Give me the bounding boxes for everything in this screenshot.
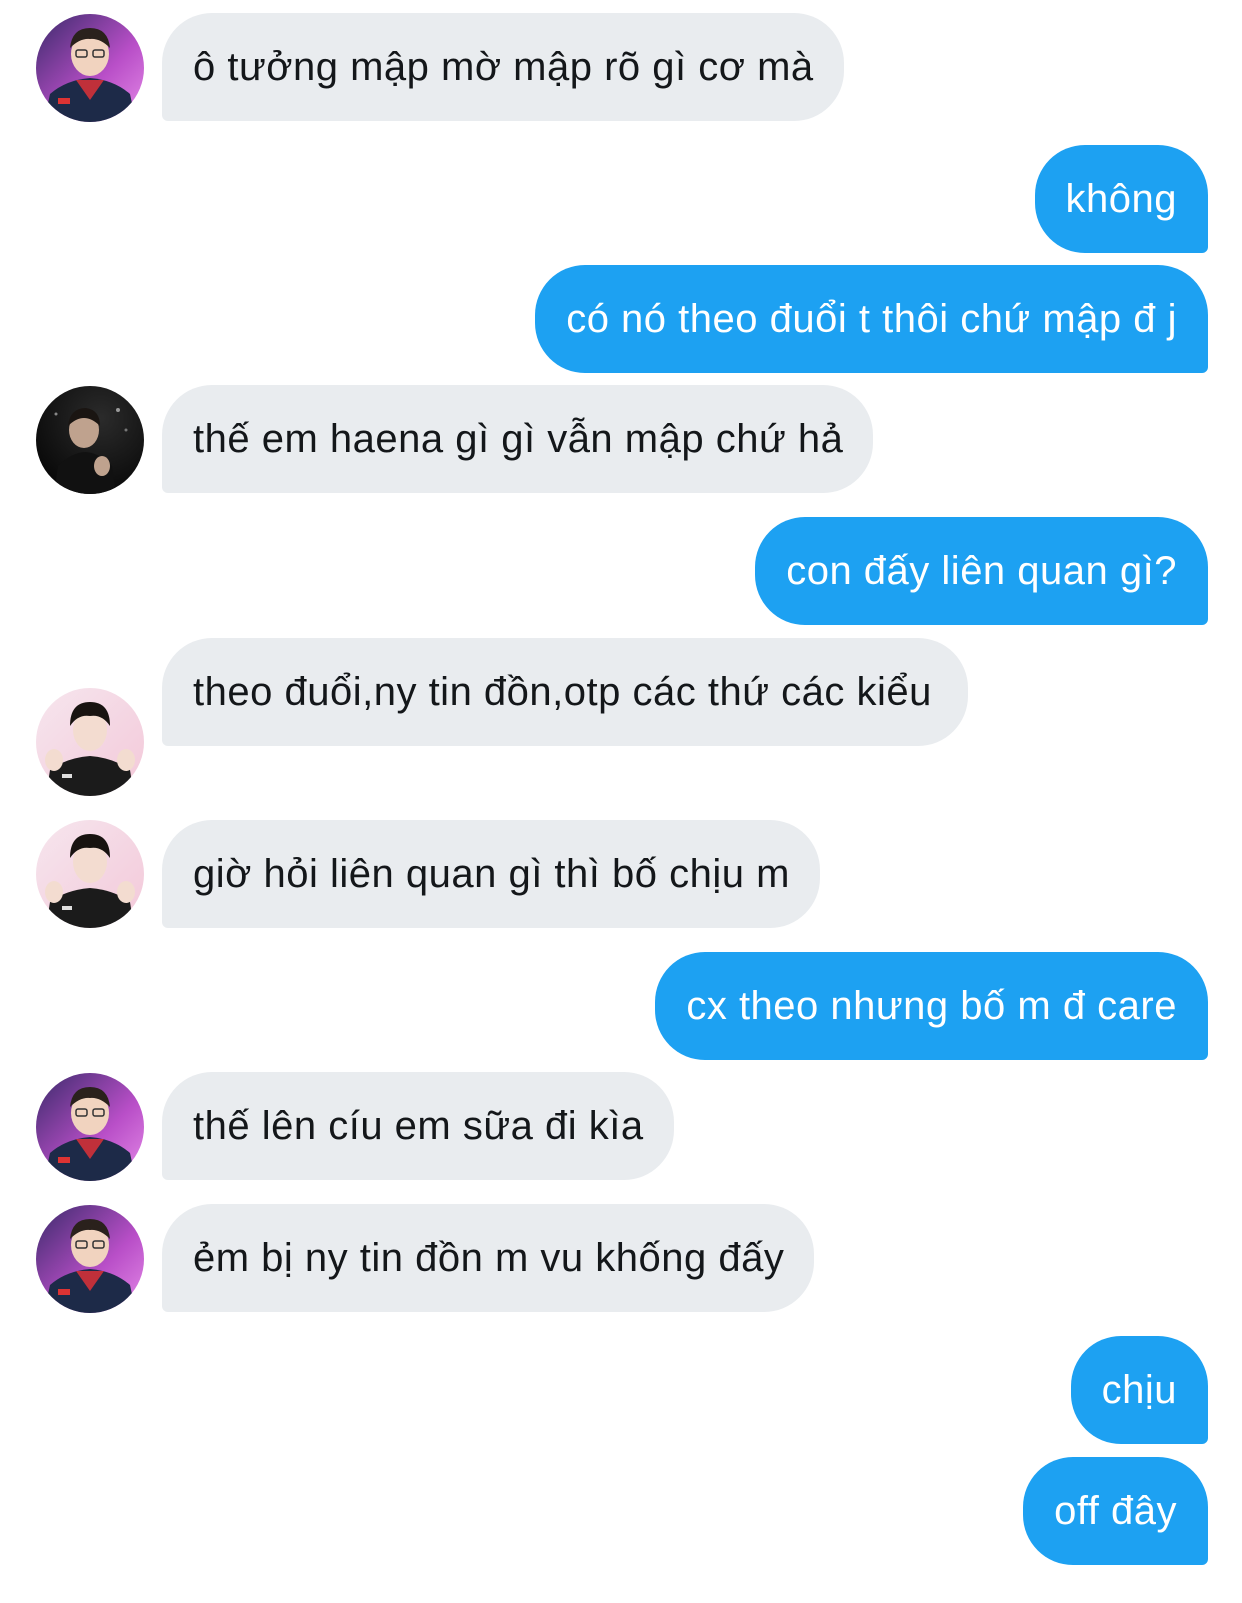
message-incoming-bubble[interactable]: giờ hỏi liên quan gì thì bố chịu m — [162, 820, 820, 928]
avatar-player-pink[interactable] — [36, 820, 144, 928]
message-outgoing-bubble[interactable]: có nó theo đuổi t thôi chứ mập đ j — [535, 265, 1208, 373]
message-incoming-bubble[interactable]: theo đuổi,ny tin đồn,otp các thứ các kiể… — [162, 638, 968, 746]
avatar-dark-portrait[interactable] — [36, 386, 144, 494]
avatar-player-glasses[interactable] — [36, 1205, 144, 1313]
avatar-player-glasses[interactable] — [36, 14, 144, 122]
message-incoming-bubble[interactable]: ô tưởng mập mờ mập rõ gì cơ mà — [162, 13, 844, 121]
avatar-player-pink[interactable] — [36, 688, 144, 796]
message-outgoing-bubble[interactable]: off đây — [1023, 1457, 1208, 1565]
message-incoming-bubble[interactable]: thế lên cíu em sữa đi kìa — [162, 1072, 674, 1180]
message-outgoing-bubble[interactable]: con đấy liên quan gì? — [755, 517, 1208, 625]
message-incoming-bubble[interactable]: thế em haena gì gì vẫn mập chứ hả — [162, 385, 874, 493]
avatar-player-glasses[interactable] — [36, 1073, 144, 1181]
message-outgoing-bubble[interactable]: cx theo nhưng bố m đ care — [655, 952, 1208, 1060]
message-outgoing-bubble[interactable]: chịu — [1070, 1336, 1208, 1444]
message-outgoing-bubble[interactable]: không — [1034, 145, 1208, 253]
message-incoming-bubble[interactable]: ẻm bị ny tin đồn m vu khống đấy — [162, 1204, 815, 1312]
